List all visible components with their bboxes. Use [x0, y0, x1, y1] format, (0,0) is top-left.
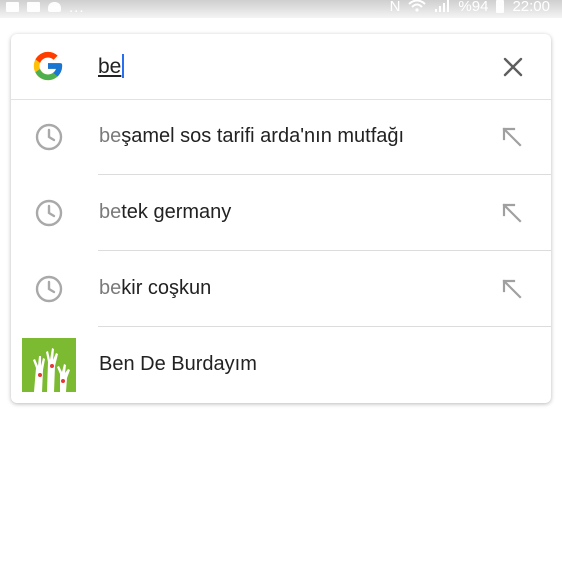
clock-icon: [35, 275, 63, 303]
query-text: be: [98, 55, 122, 78]
suggestion-rest: tek germany: [121, 201, 232, 223]
battery-percent: %94: [458, 0, 489, 15]
suggestion-label: betek germany: [99, 201, 231, 224]
signal-icon: [435, 0, 450, 12]
status-left: ...: [6, 0, 85, 16]
more-notifications: ...: [69, 0, 85, 16]
arrow-up-left-icon[interactable]: [501, 126, 523, 148]
nfc-icon: N: [389, 0, 401, 15]
close-icon[interactable]: [501, 55, 525, 79]
app-result-row[interactable]: Ben De Burdayım: [11, 327, 551, 403]
note-icon: [27, 2, 40, 12]
clock-icon: [35, 199, 63, 227]
clock-time: 22:00: [512, 0, 550, 15]
suggestion-label: beşamel sos tarifi arda'nın mutfağı: [99, 125, 404, 148]
suggestion-row[interactable]: bekir coşkun: [11, 251, 551, 327]
cloud-icon: [48, 2, 61, 12]
image-icon: [6, 2, 19, 12]
suggestion-label: bekir coşkun: [99, 277, 211, 300]
status-bar: ... N %94 22:00: [0, 0, 562, 18]
search-bar[interactable]: be: [11, 34, 551, 100]
search-suggestions-card: be beşamel sos tarifi arda'nın mutfağı b…: [11, 34, 551, 403]
suggestion-row[interactable]: betek germany: [11, 175, 551, 251]
search-input[interactable]: be: [98, 54, 125, 79]
status-right: N %94 22:00: [389, 0, 550, 15]
suggestion-row[interactable]: beşamel sos tarifi arda'nın mutfağı: [11, 99, 551, 175]
suggestion-prefix: be: [99, 201, 122, 223]
wifi-icon: [408, 0, 427, 12]
suggestion-rest: şamel sos tarifi arda'nın mutfağı: [121, 125, 405, 147]
clock-icon: [35, 123, 63, 151]
text-cursor: [122, 54, 125, 78]
arrow-up-left-icon[interactable]: [501, 202, 523, 224]
battery-icon: [496, 0, 505, 13]
google-logo-icon: [33, 51, 63, 81]
suggestion-prefix: be: [99, 277, 122, 299]
raised-hands-logo-icon: [22, 338, 76, 392]
arrow-up-left-icon[interactable]: [501, 278, 523, 300]
suggestion-prefix: be: [99, 125, 122, 147]
app-result-label: Ben De Burdayım: [99, 353, 257, 375]
suggestion-rest: kir coşkun: [121, 277, 212, 299]
